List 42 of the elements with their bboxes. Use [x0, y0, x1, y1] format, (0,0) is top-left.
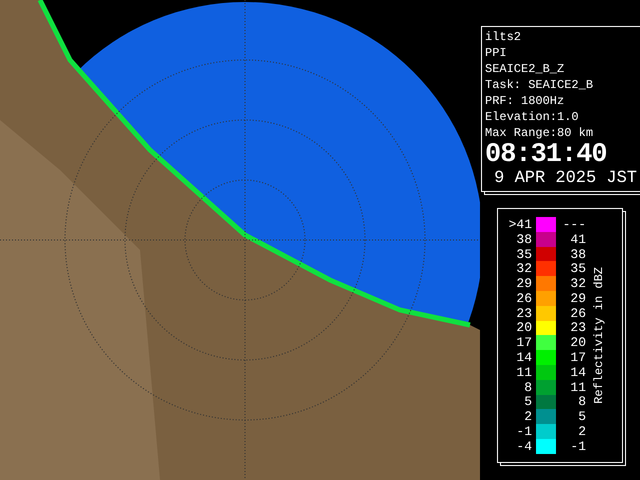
date-text: 9 APR 2025 JST	[493, 169, 637, 189]
legend-label: 20	[569, 335, 586, 350]
legend-label: 26	[569, 306, 586, 321]
time-text: 08:31:40	[485, 141, 608, 169]
legend-label: 5	[523, 394, 532, 410]
legend-label: 38	[515, 232, 532, 247]
legend-label: 20	[515, 320, 532, 336]
legend-label: 2	[523, 409, 532, 424]
legend-label: >41	[508, 216, 532, 232]
legend-label: 38	[569, 246, 586, 262]
legend-label: 14	[515, 350, 532, 366]
legend-label: 35	[515, 246, 532, 262]
info-text: ilts2	[485, 29, 522, 45]
info-text: SEAICE2_B_Z	[485, 61, 566, 77]
info-text: PPI	[485, 45, 508, 61]
legend-label: 32	[515, 261, 532, 276]
legend-label: 35	[569, 261, 586, 276]
legend-label: 8	[577, 394, 586, 410]
legend-label: 32	[569, 276, 586, 292]
legend-label: -1	[515, 424, 532, 440]
legend-label: 8	[523, 380, 532, 395]
info-text: PRF: 1800Hz	[485, 93, 566, 109]
info-text: Max Range:80 km	[485, 125, 594, 141]
info-text: Task: SEAICE2_B	[485, 77, 594, 93]
legend-label: 26	[515, 290, 532, 306]
legend-label: 23	[569, 320, 586, 336]
legend-label: 29	[569, 290, 586, 306]
legend-label: 11	[515, 364, 532, 380]
legend-title: Reflectivity in dBZ	[592, 266, 606, 404]
legend-label: 17	[515, 335, 532, 350]
legend-label: -1	[569, 438, 586, 454]
legend-label: 5	[577, 409, 586, 424]
info-text: Elevation:1.0	[485, 109, 580, 125]
legend-label: 2	[577, 424, 586, 440]
legend-label: 23	[515, 306, 532, 321]
legend-label: -4	[515, 438, 532, 454]
legend-label: 29	[515, 276, 532, 292]
legend-label: ---	[562, 216, 586, 232]
legend-label: 17	[569, 350, 586, 366]
legend-label: 14	[569, 364, 586, 380]
legend-label: 11	[569, 380, 586, 395]
legend-label: 41	[569, 232, 586, 247]
